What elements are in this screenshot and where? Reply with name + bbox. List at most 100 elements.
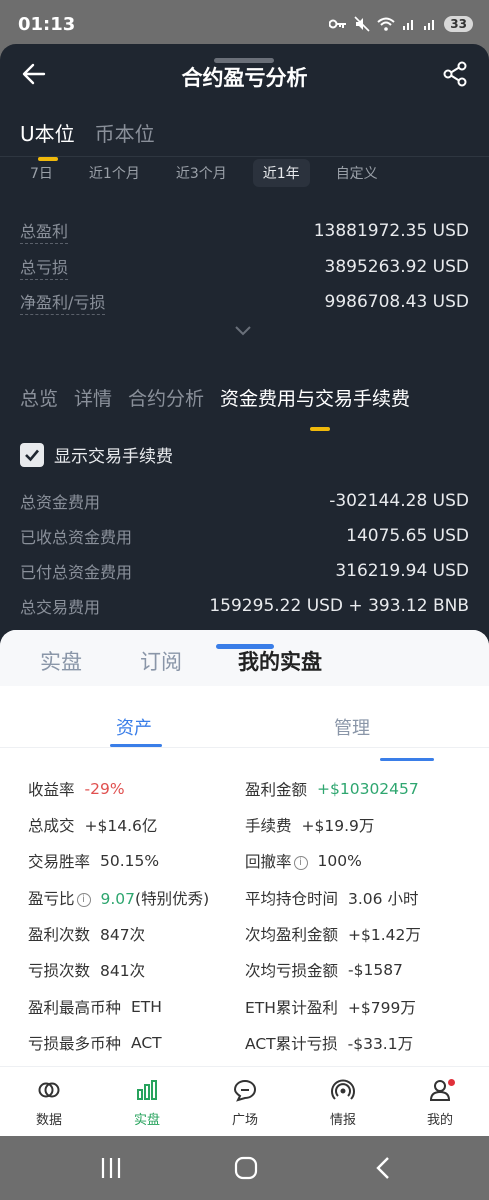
nav-live[interactable]: 实盘 — [98, 1077, 196, 1128]
stat-value: ETH — [131, 998, 162, 1016]
stat-avg-hold-time: 平均持仓时间 3.06 小时 — [245, 885, 418, 911]
divider — [0, 156, 489, 157]
range-1m[interactable]: 近1个月 — [79, 159, 150, 187]
nav-label: 数据 — [35, 1113, 62, 1128]
nav-intel[interactable]: 情报 — [294, 1077, 392, 1128]
info-icon[interactable]: i — [293, 856, 308, 870]
chevron-down-icon[interactable] — [234, 324, 252, 338]
copy-trading-sheet: 实盘 订阅 我的实盘 资产 管理 收益率 -29% 总成交 +$14.6亿 交易胜率… — [0, 630, 489, 1136]
fee-row-total-trading-fee: 总交易费用 159295.22 USD + 393.12 BNB — [20, 592, 469, 620]
tab-funding-and-fees[interactable]: 资金费用与交易手续费 — [220, 384, 410, 431]
chat-bubble-icon — [233, 1079, 257, 1102]
fee-value: 159295.22 USD + 393.12 BNB — [209, 596, 469, 616]
sub-tabs: 资产 管理 — [0, 688, 489, 748]
info-icon[interactable]: i — [76, 893, 91, 907]
battery-badge: 33 — [444, 16, 473, 32]
signal-icon — [403, 20, 414, 30]
stat-label: 盈亏比 i — [28, 887, 91, 909]
tab-coin-margined[interactable]: 币本位 — [95, 118, 155, 161]
stat-label: 盈利金额 — [245, 781, 308, 799]
stat-value-note: (特别优秀) — [135, 890, 210, 908]
stat-label: ACT累计亏损 — [245, 1035, 338, 1053]
fee-row-total-funding: 总资金费用 -302144.28 USD — [20, 487, 469, 515]
bottom-nav: 数据 实盘 广场 情报 我的 — [0, 1066, 489, 1136]
stat-profit-loss-ratio: 盈亏比 i 9.07(特别优秀) — [28, 885, 209, 911]
nav-me[interactable]: 我的 — [391, 1077, 489, 1128]
show-fee-checkbox-row[interactable]: 显示交易手续费 — [20, 442, 173, 467]
total-profit-value: 13881972.35 USD — [313, 221, 469, 241]
stat-label: 亏损次数 — [28, 962, 91, 980]
tab-subscribe[interactable]: 订阅 — [140, 646, 182, 676]
tab-manage[interactable]: 管理 — [334, 714, 370, 740]
back-icon[interactable] — [374, 1156, 392, 1180]
stat-avg-loss: 次均亏损金额 -$1587 — [245, 957, 403, 983]
stat-label: 交易胜率 — [28, 853, 91, 871]
stat-label: 手续费 — [245, 817, 292, 835]
stat-volume: 总成交 +$14.6亿 — [28, 812, 157, 838]
active-tab-indicator — [110, 744, 162, 747]
stat-win-rate: 交易胜率 50.15% — [28, 848, 159, 874]
stat-value: 847次 — [100, 926, 146, 944]
tab-assets[interactable]: 资产 — [116, 714, 152, 740]
stat-value: 841次 — [100, 962, 146, 980]
show-fee-checkbox[interactable] — [20, 442, 44, 467]
stat-value: 50.15% — [100, 852, 160, 870]
stat-label: 收益率 — [28, 781, 75, 799]
key-icon — [329, 19, 347, 29]
stat-value: 3.06 小时 — [348, 890, 419, 908]
tab-details[interactable]: 详情 — [74, 384, 112, 431]
stat-value: 100% — [317, 852, 362, 870]
tab-live[interactable]: 实盘 — [40, 646, 82, 676]
status-icons: 33 — [329, 16, 473, 32]
stat-value: -29% — [84, 780, 125, 798]
fee-row-received-funding: 已收总资金费用 14075.65 USD — [20, 522, 469, 550]
total-profit-label[interactable]: 总盈利 — [20, 218, 69, 244]
stat-value: -$1587 — [348, 961, 403, 979]
analysis-tabs: 总览 详情 合约分析 资金费用与交易手续费 — [20, 384, 410, 431]
range-custom[interactable]: 自定义 — [326, 159, 388, 187]
nav-data[interactable]: 数据 — [0, 1077, 98, 1128]
stat-avg-profit: 次均盈利金额 +$1.42万 — [245, 921, 421, 947]
fee-label: 总资金费用 — [20, 493, 101, 512]
fee-value: 14075.65 USD — [346, 526, 469, 546]
stat-eth-cum-profit: ETH累计盈利 +$799万 — [245, 994, 416, 1020]
stat-fees: 手续费 +$19.9万 — [245, 812, 374, 838]
net-pnl-row: 净盈利/亏损 9986708.43 USD — [20, 287, 469, 317]
net-pnl-label[interactable]: 净盈利/亏损 — [20, 289, 106, 315]
stat-label: 总成交 — [28, 817, 75, 835]
show-fee-label: 显示交易手续费 — [54, 447, 173, 467]
tab-usdt-margined[interactable]: U本位 — [20, 118, 75, 161]
stat-top-profit-coin: 盈利最高币种 ETH — [28, 994, 162, 1020]
share-icon[interactable] — [441, 60, 469, 88]
total-loss-label[interactable]: 总亏损 — [20, 254, 69, 280]
stat-label-text: 回撤率 — [245, 853, 292, 871]
sheet-tab-bar: 实盘 订阅 我的实盘 — [0, 630, 489, 686]
recent-apps-icon[interactable] — [100, 1156, 122, 1180]
fee-value: -302144.28 USD — [329, 491, 469, 511]
tab-my-live[interactable]: 我的实盘 — [238, 646, 322, 676]
stat-label: 盈利最高币种 — [28, 999, 122, 1017]
range-1y[interactable]: 近1年 — [252, 159, 310, 187]
stat-label: 盈利次数 — [28, 926, 91, 944]
tab-overview[interactable]: 总览 — [20, 384, 58, 431]
stat-label: ETH累计盈利 — [245, 999, 338, 1017]
fee-row-paid-funding: 已付总资金费用 316219.94 USD — [20, 557, 469, 585]
status-bar: 01:13 33 — [0, 0, 489, 48]
stat-loss-count: 亏损次数 841次 — [28, 957, 145, 983]
stat-value: +$10302457 — [317, 780, 419, 798]
unit-tabs: U本位 币本位 — [20, 118, 155, 161]
stat-label: 回撤率 i — [245, 850, 308, 872]
range-7d[interactable]: 7日 — [20, 159, 63, 187]
stat-value: +$19.9万 — [301, 817, 375, 835]
nav-square[interactable]: 广场 — [196, 1077, 294, 1128]
home-icon[interactable] — [234, 1156, 258, 1180]
range-3m[interactable]: 近3个月 — [166, 159, 237, 187]
stat-act-cum-loss: ACT累计亏损 -$33.1万 — [245, 1030, 413, 1056]
nav-label: 我的 — [426, 1113, 453, 1128]
checkmark-icon — [25, 449, 39, 461]
stat-label: 平均持仓时间 — [245, 890, 339, 908]
tab-contract-analysis[interactable]: 合约分析 — [128, 384, 204, 431]
stat-label: 次均亏损金额 — [245, 962, 339, 980]
stat-drawdown: 回撤率 i 100% — [245, 848, 362, 874]
stat-value: 9.07(特别优秀) — [101, 887, 210, 909]
